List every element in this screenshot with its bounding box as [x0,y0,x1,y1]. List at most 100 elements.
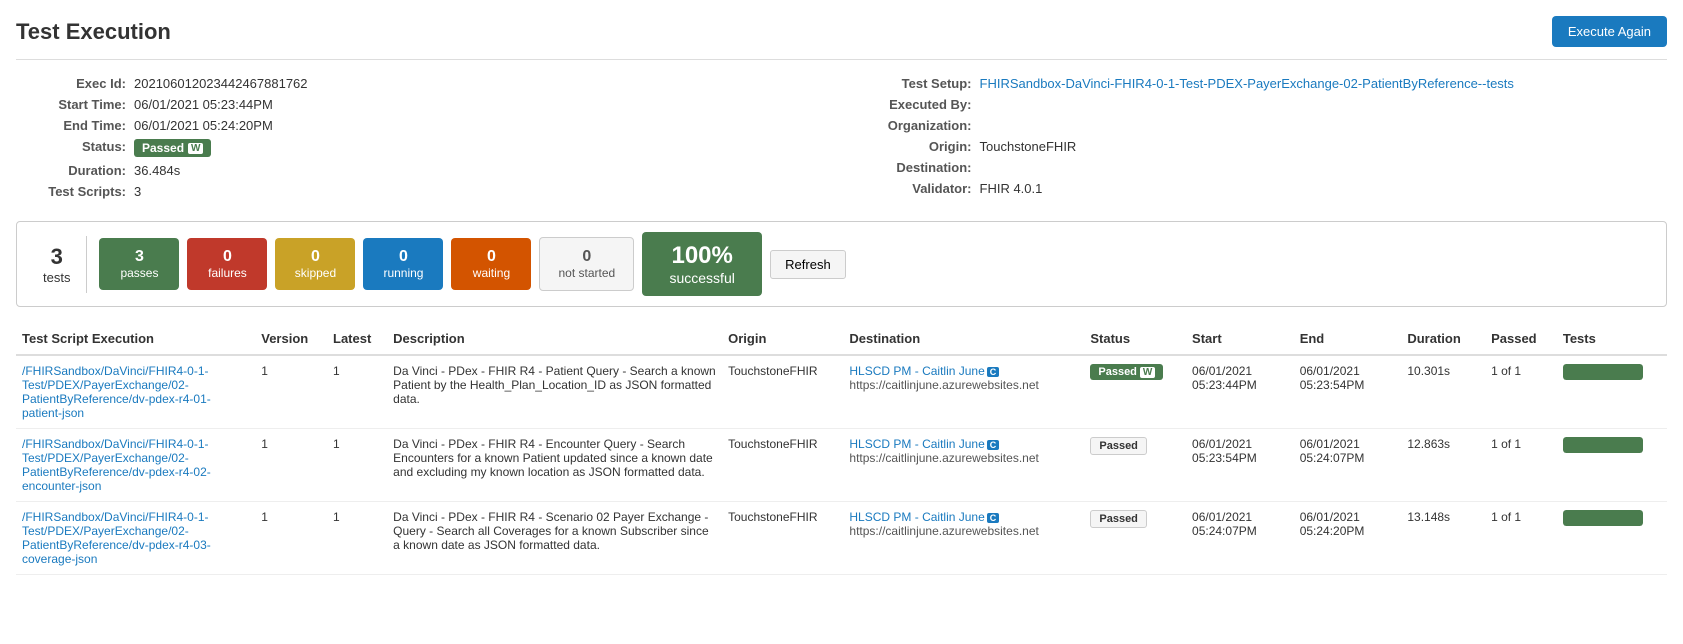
end-cell: 06/01/2021 05:24:07PM [1294,429,1402,502]
origin-cell: TouchstoneFHIR [722,355,843,429]
test-setup-link[interactable]: FHIRSandbox-DaVinci-FHIR4-0-1-Test-PDEX-… [980,76,1514,91]
passed-cell: 1 of 1 [1485,429,1557,502]
failures-label: failures [205,266,249,280]
tests-cell [1557,502,1667,575]
passed-cell: 1 of 1 [1485,355,1557,429]
script-link[interactable]: /FHIRSandbox/DaVinci/FHIR4-0-1-Test/PDEX… [22,364,211,420]
origin-row: Origin: TouchstoneFHIR [862,139,1668,154]
test-scripts-label: Test Scripts: [16,184,126,199]
end-time-value: 06/01/2021 05:24:20PM [134,118,273,133]
col-header-passed: Passed [1485,323,1557,355]
col-header-description: Description [387,323,722,355]
duration-value: 36.484s [134,163,180,178]
end-time-row: End Time: 06/01/2021 05:24:20PM [16,118,822,133]
start-cell: 06/01/2021 05:24:07PM [1186,502,1294,575]
latest-cell: 1 [327,502,387,575]
exec-id-row: Exec Id: 20210601202344246788​1762 [16,76,822,91]
end-cell: 06/01/2021 05:23:54PM [1294,355,1402,429]
destination-cell: HLSCD PM - Caitlin JuneChttps://caitlinj… [843,355,1084,429]
status-badge: Passed [1090,437,1147,455]
exec-id-label: Exec Id: [16,76,126,91]
destination-link[interactable]: HLSCD PM - Caitlin JuneC [849,364,999,378]
progress-bar-inner [1563,364,1643,380]
test-scripts-value: 3 [134,184,141,199]
executed-by-label: Executed By: [862,97,972,112]
destination-cell: HLSCD PM - Caitlin JuneChttps://caitlinj… [843,502,1084,575]
table-header: Test Script Execution Version Latest Des… [16,323,1667,355]
not-started-stat: 0 not started [539,237,634,291]
executions-table: Test Script Execution Version Latest Des… [16,323,1667,575]
copy-icon[interactable]: C [987,513,1000,523]
col-header-latest: Latest [327,323,387,355]
progress-bar-inner [1563,437,1643,453]
destination-url: https://caitlinjune.azurewebsites.net [849,524,1038,538]
end-cell: 06/01/2021 05:24:20PM [1294,502,1402,575]
destination-link[interactable]: HLSCD PM - Caitlin JuneC [849,510,999,524]
destination-url: https://caitlinjune.azurewebsites.net [849,451,1038,465]
skipped-stat: 0 skipped [275,238,355,290]
latest-cell: 1 [327,429,387,502]
version-cell: 1 [255,429,327,502]
running-count: 0 [399,248,408,265]
running-stat: 0 running [363,238,443,290]
duration-label: Duration: [16,163,126,178]
start-time-label: Start Time: [16,97,126,112]
execute-again-button[interactable]: Execute Again [1552,16,1667,47]
table-row: /FHIRSandbox/DaVinci/FHIR4-0-1-Test/PDEX… [16,355,1667,429]
waiting-stat: 0 waiting [451,238,531,290]
test-setup-label: Test Setup: [862,76,972,91]
validator-value: FHIR 4.0.1 [980,181,1043,196]
destination-link[interactable]: HLSCD PM - Caitlin JuneC [849,437,999,451]
page-title: Test Execution [16,19,171,45]
running-label: running [381,266,425,280]
status-cell: PassedW [1084,355,1186,429]
status-label: Status: [16,139,126,157]
col-header-status: Status [1084,323,1186,355]
success-percent: 100% [662,242,742,270]
latest-cell: 1 [327,355,387,429]
waiting-label: waiting [469,266,513,280]
copy-icon[interactable]: C [987,440,1000,450]
col-header-origin: Origin [722,323,843,355]
col-header-script: Test Script Execution [16,323,255,355]
col-header-version: Version [255,323,327,355]
destination-label: Destination: [862,160,972,175]
description-cell: Da Vinci - PDex - FHIR R4 - Patient Quer… [387,355,722,429]
validator-label: Validator: [862,181,972,196]
start-time-value: 06/01/2021 05:23:44PM [134,97,273,112]
tests-cell [1557,355,1667,429]
status-cell: Passed [1084,429,1186,502]
end-time-label: End Time: [16,118,126,133]
exec-id-value: 20210601202344246788​1762 [134,76,308,91]
meta-right: Test Setup: FHIRSandbox-DaVinci-FHIR4-0-… [862,76,1668,205]
not-started-label: not started [558,266,615,280]
description-cell: Da Vinci - PDex - FHIR R4 - Scenario 02 … [387,502,722,575]
col-header-start: Start [1186,323,1294,355]
not-started-count: 0 [582,248,591,265]
origin-cell: TouchstoneFHIR [722,502,843,575]
page-header: Test Execution Execute Again [16,16,1667,60]
progress-bar-inner [1563,510,1643,526]
success-box: 100% successful [642,232,762,296]
col-header-duration: Duration [1401,323,1485,355]
waiting-count: 0 [487,248,496,265]
origin-cell: TouchstoneFHIR [722,429,843,502]
description-cell: Da Vinci - PDex - FHIR R4 - Encounter Qu… [387,429,722,502]
executed-by-row: Executed By: [862,97,1668,112]
status-badge: Passed [1090,510,1147,528]
duration-row: Duration: 36.484s [16,163,822,178]
refresh-button[interactable]: Refresh [770,250,846,279]
destination-row: Destination: [862,160,1668,175]
organization-label: Organization: [862,118,972,133]
start-cell: 06/01/2021 05:23:44PM [1186,355,1294,429]
script-link[interactable]: /FHIRSandbox/DaVinci/FHIR4-0-1-Test/PDEX… [22,437,211,493]
copy-icon[interactable]: C [987,367,1000,377]
script-link[interactable]: /FHIRSandbox/DaVinci/FHIR4-0-1-Test/PDEX… [22,510,211,566]
version-cell: 1 [255,355,327,429]
meta-section: Exec Id: 20210601202344246788​1762 Start… [16,76,1667,205]
col-header-tests: Tests [1557,323,1667,355]
meta-left: Exec Id: 20210601202344246788​1762 Start… [16,76,822,205]
tests-cell [1557,429,1667,502]
summary-bar: 3 tests 3 passes 0 failures 0 skipped 0 … [16,221,1667,307]
status-badge: Passed W [134,139,211,157]
